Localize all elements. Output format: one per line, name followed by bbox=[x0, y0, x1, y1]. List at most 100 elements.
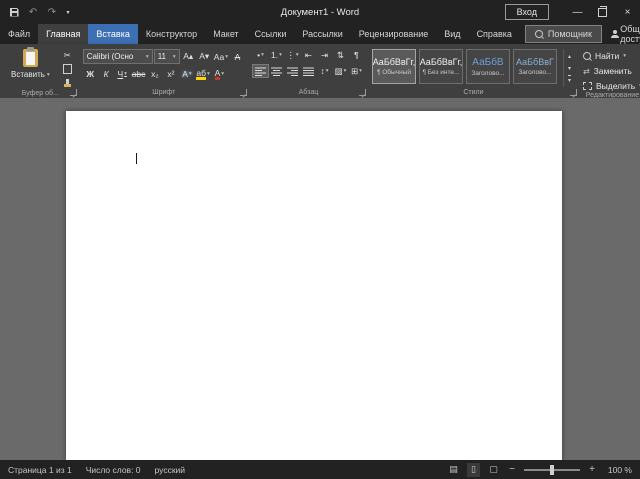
tab-file[interactable]: Файл bbox=[0, 24, 38, 44]
word-count[interactable]: Число слов: 0 bbox=[86, 465, 141, 475]
decrease-indent-button[interactable]: ⇤ bbox=[301, 49, 316, 61]
show-marks-button[interactable]: ¶ bbox=[349, 49, 364, 61]
chevron-down-icon: ▾ bbox=[225, 54, 228, 60]
gallery-down-button[interactable]: ▾ bbox=[564, 64, 575, 73]
restore-button[interactable] bbox=[590, 0, 615, 24]
select-button[interactable]: Выделить ▾ bbox=[583, 80, 640, 92]
styles-group-label: Стили bbox=[372, 87, 575, 98]
align-right-button[interactable] bbox=[285, 65, 300, 77]
copy-icon bbox=[63, 64, 72, 74]
italic-button[interactable]: К bbox=[99, 68, 114, 80]
clear-formatting-button[interactable]: А bbox=[230, 51, 245, 63]
web-layout-button[interactable]: ▢ bbox=[487, 463, 500, 477]
change-case-button[interactable]: Аа▾ bbox=[213, 51, 229, 63]
sort-button[interactable]: ⇅ bbox=[333, 49, 348, 61]
numbering-button[interactable]: 1.▾ bbox=[269, 49, 284, 61]
minimize-button[interactable]: — bbox=[565, 0, 590, 24]
tab-assistant[interactable]: Помощник bbox=[525, 25, 602, 43]
save-button[interactable] bbox=[6, 4, 22, 20]
tab-layout[interactable]: Макет bbox=[205, 24, 246, 44]
zoom-slider-thumb[interactable] bbox=[550, 465, 554, 475]
tab-design[interactable]: Конструктор bbox=[138, 24, 205, 44]
strikethrough-button[interactable]: abc bbox=[131, 68, 147, 80]
paragraph-dialog-launcher[interactable] bbox=[359, 89, 366, 96]
style-no-spacing[interactable]: АаБбВвГг, ¶ Без инте... bbox=[419, 49, 463, 84]
tab-review[interactable]: Рецензирование bbox=[351, 24, 437, 44]
highlight-icon: аб bbox=[196, 69, 206, 80]
grow-font-button[interactable]: А▴ bbox=[181, 51, 196, 63]
font-color-button[interactable]: А▾ bbox=[212, 68, 227, 80]
zoom-level[interactable]: 100 % bbox=[604, 465, 632, 475]
chevron-down-icon: ▾ bbox=[47, 72, 50, 78]
replace-icon: ⇄ bbox=[583, 67, 590, 76]
borders-button[interactable]: ⊞▾ bbox=[349, 65, 364, 77]
gallery-more-button[interactable]: ▾ bbox=[564, 75, 575, 84]
font-size-combo[interactable]: 11▾ bbox=[154, 49, 180, 64]
underline-icon: Ч bbox=[117, 69, 123, 79]
style-preview: АаБбВ bbox=[472, 57, 503, 68]
cut-button[interactable]: ✂ bbox=[60, 49, 75, 61]
font-name-combo[interactable]: Calibri (Осно▾ bbox=[83, 49, 153, 64]
shrink-font-button[interactable]: А▾ bbox=[197, 51, 212, 63]
redo-button[interactable]: ↷ bbox=[44, 4, 60, 20]
find-button[interactable]: Найти ▾ bbox=[583, 50, 640, 62]
chevron-down-icon: ▾ bbox=[261, 52, 264, 58]
chevron-down-icon: ▾ bbox=[279, 52, 282, 58]
bullets-button[interactable]: •▾ bbox=[253, 49, 268, 61]
increase-indent-button[interactable]: ⇥ bbox=[317, 49, 332, 61]
line-spacing-button[interactable]: ↕▾ bbox=[317, 65, 332, 77]
borders-icon: ⊞ bbox=[351, 66, 358, 77]
copy-button[interactable] bbox=[60, 63, 75, 75]
style-normal[interactable]: АаБбВвГг, ¶ Обычный bbox=[372, 49, 416, 84]
paste-button[interactable]: Вставить▾ bbox=[6, 48, 55, 89]
justify-button[interactable] bbox=[301, 65, 316, 77]
undo-button[interactable]: ↶ bbox=[25, 4, 41, 20]
superscript-button[interactable]: x² bbox=[163, 68, 178, 80]
replace-button[interactable]: ⇄ Заменить bbox=[583, 65, 640, 77]
close-button[interactable]: × bbox=[615, 0, 640, 24]
align-center-button[interactable] bbox=[269, 65, 284, 77]
style-heading1[interactable]: АаБбВ Заголово... bbox=[466, 49, 510, 84]
person-icon bbox=[611, 30, 615, 38]
page-indicator[interactable]: Страница 1 из 1 bbox=[8, 465, 72, 475]
multilevel-list-button[interactable]: ⋮▾ bbox=[285, 49, 300, 61]
styles-dialog-launcher[interactable] bbox=[570, 89, 577, 96]
gallery-up-button[interactable]: ▴ bbox=[564, 52, 575, 61]
tab-mailings[interactable]: Рассылки bbox=[294, 24, 350, 44]
share-label: Общий доступ bbox=[620, 24, 640, 44]
align-left-button[interactable] bbox=[253, 65, 268, 77]
styles-gallery-scroll: ▴ ▾ ▾ bbox=[563, 49, 575, 87]
shading-button[interactable]: ▨▾ bbox=[333, 65, 348, 77]
subscript-button[interactable]: x₂ bbox=[147, 68, 162, 80]
style-heading2[interactable]: АаБбВвГ Заголово... bbox=[513, 49, 557, 84]
tab-view[interactable]: Вид bbox=[436, 24, 468, 44]
highlight-button[interactable]: аб▾ bbox=[195, 68, 210, 80]
paragraph-group-label: Абзац bbox=[253, 87, 364, 98]
document-page[interactable] bbox=[66, 111, 562, 460]
sign-in-button[interactable]: Вход bbox=[505, 4, 549, 20]
font-dialog-launcher[interactable] bbox=[240, 89, 247, 96]
clipboard-dialog-launcher[interactable] bbox=[70, 89, 77, 96]
search-icon bbox=[583, 52, 591, 60]
tab-home[interactable]: Главная bbox=[38, 24, 88, 44]
zoom-out-button[interactable]: − bbox=[507, 464, 517, 475]
read-mode-button[interactable]: ▤ bbox=[447, 463, 460, 477]
qat-customize-button[interactable]: ▾ bbox=[63, 4, 73, 20]
bold-button[interactable]: Ж bbox=[83, 68, 98, 80]
share-button[interactable]: Общий доступ bbox=[602, 24, 640, 44]
gallery-more-icon: ▾ bbox=[568, 75, 571, 84]
tab-help[interactable]: Справка bbox=[469, 24, 520, 44]
style-name: Заголово... bbox=[471, 70, 504, 77]
document-area[interactable] bbox=[0, 98, 640, 460]
zoom-slider[interactable] bbox=[524, 469, 580, 471]
tab-insert[interactable]: Вставка bbox=[88, 24, 137, 44]
language-indicator[interactable]: русский bbox=[155, 465, 186, 475]
text-effects-button[interactable]: А▾ bbox=[179, 68, 194, 80]
format-painter-button[interactable] bbox=[60, 77, 75, 89]
zoom-in-button[interactable]: + bbox=[587, 464, 597, 475]
print-layout-button[interactable]: ▯ bbox=[467, 463, 480, 477]
ribbon-tab-bar: Файл Главная Вставка Конструктор Макет С… bbox=[0, 24, 640, 44]
underline-button[interactable]: Ч▾ bbox=[115, 68, 130, 80]
text-cursor bbox=[136, 153, 137, 164]
tab-references[interactable]: Ссылки bbox=[247, 24, 295, 44]
